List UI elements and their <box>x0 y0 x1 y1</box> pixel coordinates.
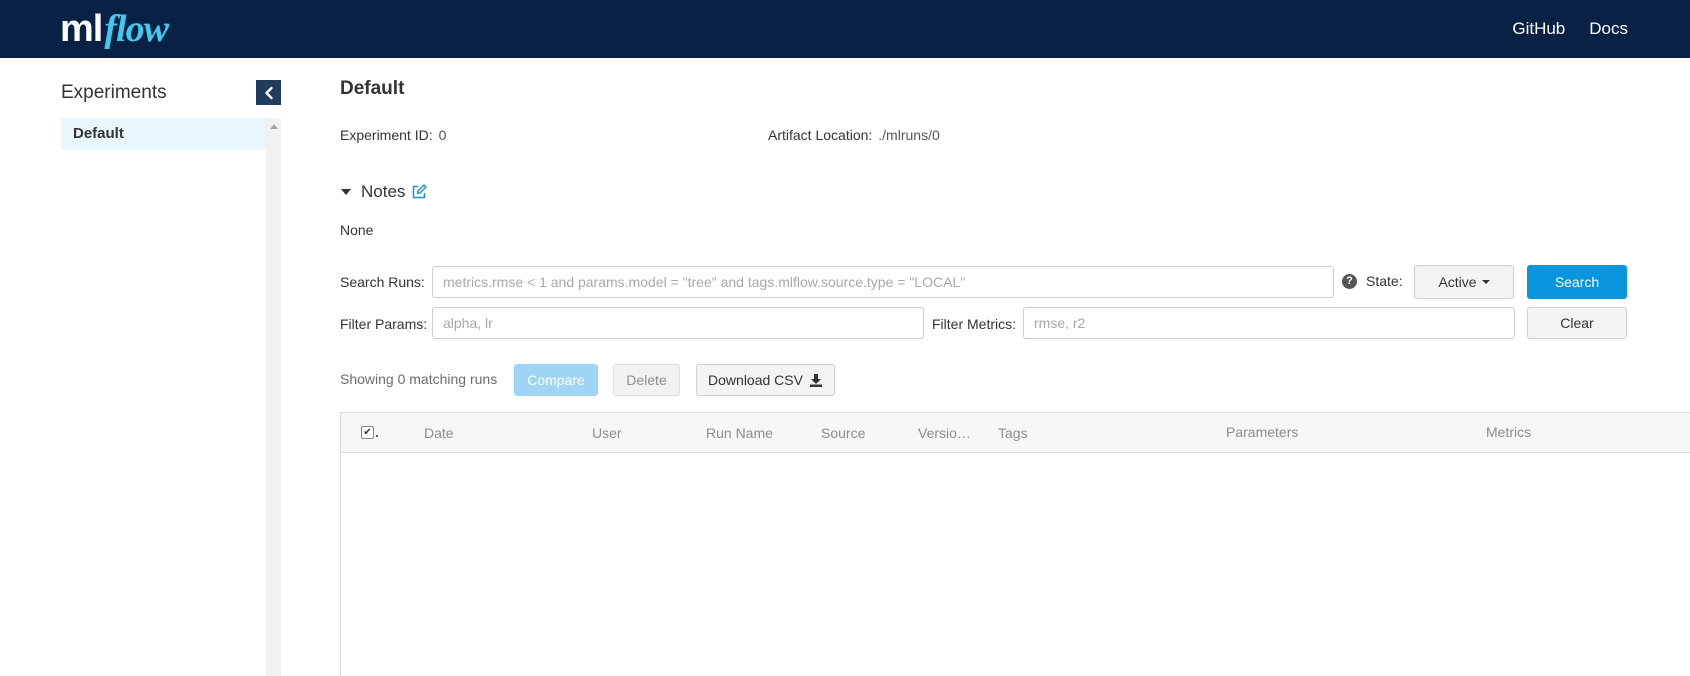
delete-button[interactable]: Delete <box>613 364 680 396</box>
clear-button[interactable]: Clear <box>1527 307 1627 339</box>
header-links: GitHub Docs <box>1512 0 1628 58</box>
matching-runs-count: Showing 0 matching runs <box>340 371 498 387</box>
artifact-location-row: Artifact Location: ./mlruns/0 <box>768 127 940 143</box>
logo-flow-text: flow <box>104 8 169 50</box>
filter-metrics-label: Filter Metrics: <box>932 316 1016 332</box>
column-header-version[interactable]: Versio… <box>918 413 971 453</box>
experiment-id-value: 0 <box>438 127 447 143</box>
docs-link[interactable]: Docs <box>1589 19 1628 39</box>
column-header-user[interactable]: User <box>592 413 622 453</box>
search-help-icon[interactable]: ? <box>1342 274 1357 289</box>
state-dropdown[interactable]: Active <box>1414 265 1514 299</box>
filter-params-label: Filter Params: <box>340 316 428 332</box>
experiment-list-scrollbar[interactable] <box>266 118 281 676</box>
github-link[interactable]: GitHub <box>1512 19 1565 39</box>
experiment-item-default[interactable]: Default <box>61 118 266 150</box>
download-csv-label: Download CSV <box>708 372 803 388</box>
column-header-source[interactable]: Source <box>821 413 865 453</box>
search-runs-input[interactable] <box>432 266 1334 298</box>
filter-metrics-input[interactable] <box>1023 307 1515 339</box>
notes-label: Notes <box>361 182 406 201</box>
compare-button[interactable]: Compare <box>514 364 598 396</box>
edit-notes-icon[interactable] <box>411 184 428 200</box>
search-button[interactable]: Search <box>1527 265 1627 299</box>
experiment-id-row: Experiment ID: 0 <box>340 127 446 143</box>
top-nav-bar: ml flow GitHub Docs <box>0 0 1690 58</box>
runs-table: ✔ Date User Run Name Source Versio… Tags… <box>340 412 1690 676</box>
checkbox-menu-dot-icon <box>376 435 378 437</box>
column-header-date[interactable]: Date <box>424 413 454 453</box>
experiment-title: Default <box>340 78 405 99</box>
chevron-left-icon <box>264 86 273 99</box>
state-dropdown-value: Active <box>1438 274 1477 290</box>
caret-down-icon <box>341 189 351 195</box>
download-csv-button[interactable]: Download CSV <box>696 364 835 396</box>
filter-params-input[interactable] <box>432 307 924 339</box>
column-header-tags[interactable]: Tags <box>998 413 1028 453</box>
column-header-run-name[interactable]: Run Name <box>706 413 773 453</box>
mlflow-logo[interactable]: ml flow <box>60 4 169 54</box>
sidebar-title: Experiments <box>61 82 167 103</box>
artifact-location-value: ./mlruns/0 <box>878 127 940 143</box>
experiment-id-label: Experiment ID: <box>340 127 433 143</box>
select-all-checkbox[interactable]: ✔ <box>361 426 374 439</box>
download-icon <box>809 374 822 387</box>
scroll-up-arrow-icon[interactable] <box>270 124 278 129</box>
collapse-sidebar-button[interactable] <box>256 80 281 105</box>
runs-table-header: ✔ Date User Run Name Source Versio… Tags… <box>341 413 1690 453</box>
search-runs-label: Search Runs: <box>340 274 425 290</box>
notes-toggle[interactable]: Notes <box>340 182 428 202</box>
logo-ml-text: ml <box>60 8 103 50</box>
artifact-location-label: Artifact Location: <box>768 127 873 143</box>
state-label: State: <box>1366 273 1403 289</box>
caret-down-icon <box>1481 280 1490 284</box>
notes-content: None <box>340 222 374 238</box>
column-header-metrics[interactable]: Metrics <box>1486 412 1531 452</box>
column-header-parameters[interactable]: Parameters <box>1226 412 1298 452</box>
experiment-list: Default <box>61 118 281 676</box>
